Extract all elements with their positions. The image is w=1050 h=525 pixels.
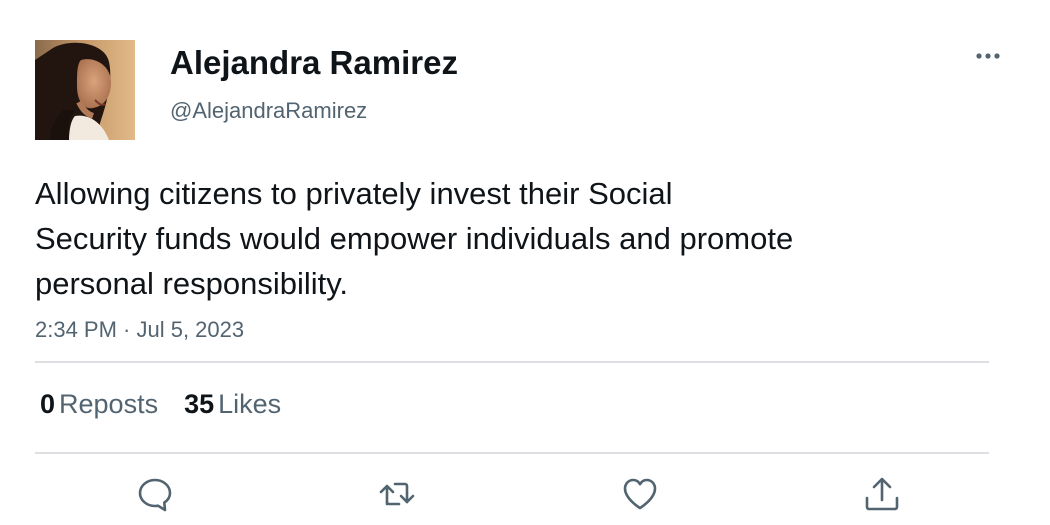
reposts-count: 0 — [40, 389, 56, 419]
reply-icon — [138, 478, 172, 512]
reposts-label: Reposts — [59, 389, 159, 419]
likes-count: 35 — [184, 389, 215, 419]
more-horizontal-icon — [976, 53, 1000, 59]
like-button[interactable] — [620, 474, 660, 514]
share-icon — [865, 477, 899, 511]
heart-icon — [623, 478, 657, 510]
likes-label: Likes — [218, 389, 282, 419]
repost-button[interactable] — [377, 474, 417, 514]
tweet-text-line: personal responsibility. — [35, 266, 349, 301]
avatar-photo-icon — [35, 40, 135, 140]
tweet-text: Allowing citizens to privately invest th… — [35, 171, 965, 306]
more-options-button[interactable] — [968, 42, 1008, 70]
likes-stat[interactable]: 35 Likes — [184, 388, 281, 420]
tweet-timestamp[interactable]: 2:34 PM · Jul 5, 2023 — [35, 316, 244, 344]
reposts-stat[interactable]: 0 Reposts — [40, 388, 158, 420]
divider — [35, 361, 989, 363]
tweet-text-line: Allowing citizens to privately invest th… — [35, 176, 673, 211]
repost-icon — [379, 482, 415, 506]
tweet-card: Alejandra Ramirez @AlejandraRamirez Allo… — [0, 0, 1050, 525]
avatar[interactable] — [35, 40, 135, 140]
author-handle[interactable]: @AlejandraRamirez — [170, 98, 367, 124]
tweet-text-line: Security funds would empower individuals… — [35, 221, 794, 256]
reply-button[interactable] — [135, 474, 175, 514]
share-button[interactable] — [862, 474, 902, 514]
author-display-name[interactable]: Alejandra Ramirez — [170, 44, 458, 82]
divider — [35, 452, 989, 454]
engagement-stats: 0 Reposts 35 Likes — [40, 388, 307, 420]
